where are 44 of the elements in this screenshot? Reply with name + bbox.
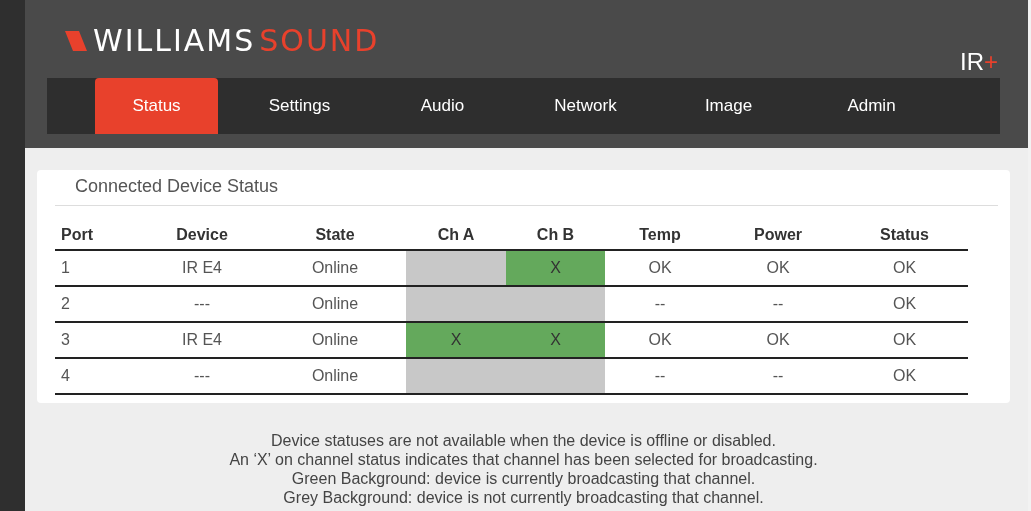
table-cell: OK — [715, 250, 841, 286]
table-cell: -- — [605, 286, 715, 322]
table-cell: OK — [605, 322, 715, 358]
column-header: Port — [55, 221, 140, 250]
nav-tab[interactable]: Status — [95, 78, 218, 134]
table-cell: OK — [841, 286, 968, 322]
card-title: Connected Device Status — [75, 176, 279, 196]
table-cell: 2 — [55, 286, 140, 322]
column-header: Temp — [605, 221, 715, 250]
table-cell: OK — [841, 358, 968, 394]
nav-tab[interactable]: Admin — [810, 78, 933, 134]
nav-tab[interactable]: Settings — [238, 78, 361, 134]
table-cell: OK — [715, 322, 841, 358]
product-name: IR+ — [960, 50, 998, 74]
channel-cell: X — [406, 322, 506, 358]
table-cell: IR E4 — [140, 250, 264, 286]
table-cell: --- — [140, 358, 264, 394]
nav-tab[interactable]: Audio — [381, 78, 504, 134]
logo-text: SOUND — [259, 26, 380, 56]
table-cell: 4 — [55, 358, 140, 394]
table-cell: IR E4 — [140, 322, 264, 358]
column-header: Power — [715, 221, 841, 250]
column-header: Device — [140, 221, 264, 250]
table-cell: 1 — [55, 250, 140, 286]
table-cell: --- — [140, 286, 264, 322]
legend-note: Green Background: device is currently broadcasting that channel. — [291, 469, 756, 488]
legend-note: Grey Background: device is not currently broadcasting that channel. — [283, 488, 764, 507]
nav-tab[interactable]: Image — [667, 78, 790, 134]
table-cell: OK — [605, 250, 715, 286]
column-header: State — [264, 221, 406, 250]
channel-cell: X — [506, 250, 605, 286]
legend-note: Device statuses are not available when the device is offline or disabled. — [271, 431, 776, 450]
table-cell: OK — [841, 322, 968, 358]
column-header: Status — [841, 221, 968, 250]
nav-tab[interactable]: Network — [524, 78, 647, 134]
logo-text: WILLIAMS — [93, 26, 256, 56]
legend-note: An ‘X’ on channel status indicates that channel has been selected for broadcasting. — [229, 450, 818, 469]
logo-icon — [65, 29, 89, 53]
channel-cell: X — [506, 322, 605, 358]
table-cell: OK — [841, 250, 968, 286]
table-cell: -- — [715, 358, 841, 394]
table-cell: 3 — [55, 322, 140, 358]
table-cell: -- — [715, 286, 841, 322]
table-cell: -- — [605, 358, 715, 394]
